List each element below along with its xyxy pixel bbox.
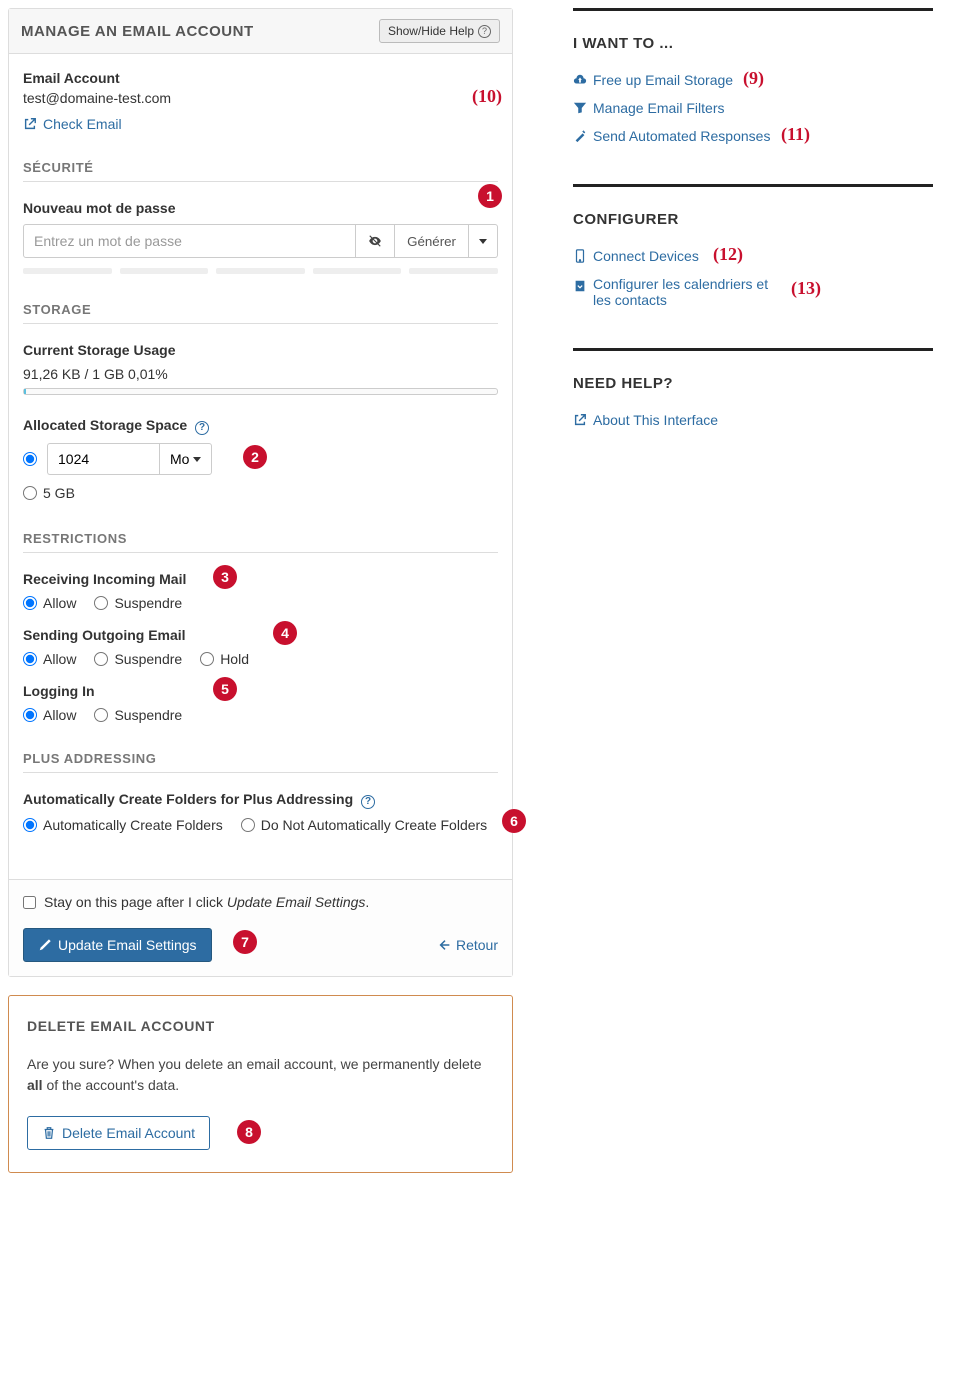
stay-on-page-checkbox[interactable] [23, 896, 36, 909]
plus-addressing-heading: PLUS ADDRESSING [23, 751, 498, 773]
download-icon [573, 279, 587, 293]
help-icon[interactable]: ? [195, 421, 209, 435]
help-icon[interactable]: ? [361, 795, 375, 809]
plus-no-auto-radio[interactable] [241, 818, 255, 832]
annotation-9: (9) [743, 68, 764, 89]
email-account-label: Email Account [23, 70, 498, 86]
filter-icon [573, 101, 587, 115]
delete-warning-text: Are you sure? When you delete an email a… [27, 1054, 494, 1096]
toggle-password-visibility-button[interactable] [356, 224, 395, 258]
i-want-to-heading: I WANT TO ... [573, 35, 933, 52]
annotation-6: 6 [502, 809, 526, 833]
incoming-allow-radio[interactable] [23, 596, 37, 610]
delete-heading: DELETE EMAIL ACCOUNT [27, 1018, 494, 1034]
outgoing-hold-radio[interactable] [200, 652, 214, 666]
outgoing-allow-radio[interactable] [23, 652, 37, 666]
connect-devices-link[interactable]: Connect Devices [593, 248, 699, 264]
current-usage-label: Current Storage Usage [23, 342, 498, 358]
pencil-icon [38, 938, 52, 952]
about-interface-link[interactable]: About This Interface [593, 412, 718, 428]
outgoing-suspend-radio[interactable] [94, 652, 108, 666]
annotation-8: 8 [237, 1120, 261, 1144]
generate-password-dropdown[interactable] [469, 224, 498, 258]
cloud-upload-icon [573, 73, 587, 87]
external-link-icon [23, 117, 37, 131]
logging-in-label: Logging In [23, 683, 498, 699]
annotation-12: (12) [713, 244, 743, 265]
allocated-storage-label: Allocated Storage Space ? [23, 417, 498, 435]
automated-responses-link[interactable]: Send Automated Responses [593, 128, 770, 144]
incoming-suspend-radio[interactable] [94, 596, 108, 610]
login-suspend-radio[interactable] [94, 708, 108, 722]
password-strength-meter [23, 268, 498, 274]
delete-email-account-button[interactable]: Delete Email Account [27, 1116, 210, 1150]
allocated-max-label: 5 GB [43, 485, 75, 501]
panel-header: MANAGE AN EMAIL ACCOUNT Show/Hide Help ? [9, 9, 512, 54]
new-password-label: Nouveau mot de passe [23, 200, 498, 216]
annotation-7: 7 [233, 930, 257, 954]
storage-unit-dropdown[interactable]: Mo [159, 443, 212, 475]
update-email-settings-button[interactable]: Update Email Settings [23, 928, 212, 962]
back-link[interactable]: Retour [438, 937, 498, 953]
storage-heading: STORAGE [23, 302, 498, 324]
annotation-13: (13) [791, 278, 821, 299]
plus-auto-create-radio[interactable] [23, 818, 37, 832]
external-link-icon [573, 413, 587, 427]
sending-outgoing-label: Sending Outgoing Email [23, 627, 498, 643]
allocated-custom-radio[interactable] [23, 452, 37, 466]
magic-wand-icon [573, 129, 587, 143]
delete-email-panel: DELETE EMAIL ACCOUNT Are you sure? When … [8, 995, 513, 1173]
plus-addressing-label: Automatically Create Folders for Plus Ad… [23, 791, 498, 809]
need-help-heading: NEED HELP? [573, 375, 933, 392]
mobile-icon [573, 249, 587, 263]
caret-down-icon [479, 239, 487, 244]
receiving-incoming-label: Receiving Incoming Mail [23, 571, 498, 587]
allocated-storage-input[interactable] [47, 443, 159, 475]
manage-email-panel: MANAGE AN EMAIL ACCOUNT Show/Hide Help ?… [8, 8, 513, 977]
generate-password-button[interactable]: Générer [395, 224, 469, 258]
storage-progress-bar [23, 388, 498, 395]
configure-calendar-link[interactable]: Configurer les calendriers et les contac… [593, 276, 783, 308]
show-hide-help-button[interactable]: Show/Hide Help ? [379, 19, 500, 43]
check-email-link[interactable]: Check Email [43, 116, 122, 132]
annotation-3: 3 [213, 565, 237, 589]
annotation-4: 4 [273, 621, 297, 645]
password-input[interactable] [23, 224, 356, 258]
arrow-left-icon [438, 938, 452, 952]
help-icon: ? [478, 25, 491, 38]
eye-slash-icon [368, 234, 382, 248]
i-want-to-section: I WANT TO ... Free up Email Storage (9) … [573, 8, 933, 144]
trash-icon [42, 1126, 56, 1140]
current-usage-value: 91,26 KB / 1 GB 0,01% [23, 366, 498, 382]
annotation-11: (11) [781, 124, 810, 145]
restrictions-heading: RESTRICTIONS [23, 531, 498, 553]
login-allow-radio[interactable] [23, 708, 37, 722]
security-heading: SÉCURITÉ [23, 160, 498, 182]
allocated-max-radio[interactable] [23, 486, 37, 500]
configurer-section: CONFIGURER Connect Devices (12) Configur… [573, 184, 933, 308]
manage-filters-link[interactable]: Manage Email Filters [593, 100, 725, 116]
annotation-2: 2 [243, 445, 267, 469]
stay-on-page-label: Stay on this page after I click Update E… [44, 894, 369, 910]
need-help-section: NEED HELP? About This Interface [573, 348, 933, 428]
caret-down-icon [193, 457, 201, 462]
annotation-5: 5 [213, 677, 237, 701]
free-up-storage-link[interactable]: Free up Email Storage [593, 72, 733, 88]
configurer-heading: CONFIGURER [573, 211, 933, 228]
panel-title: MANAGE AN EMAIL ACCOUNT [21, 23, 254, 40]
annotation-10: (10) [472, 86, 502, 107]
annotation-1: 1 [478, 184, 502, 208]
email-account-value: test@domaine-test.com [23, 90, 498, 106]
